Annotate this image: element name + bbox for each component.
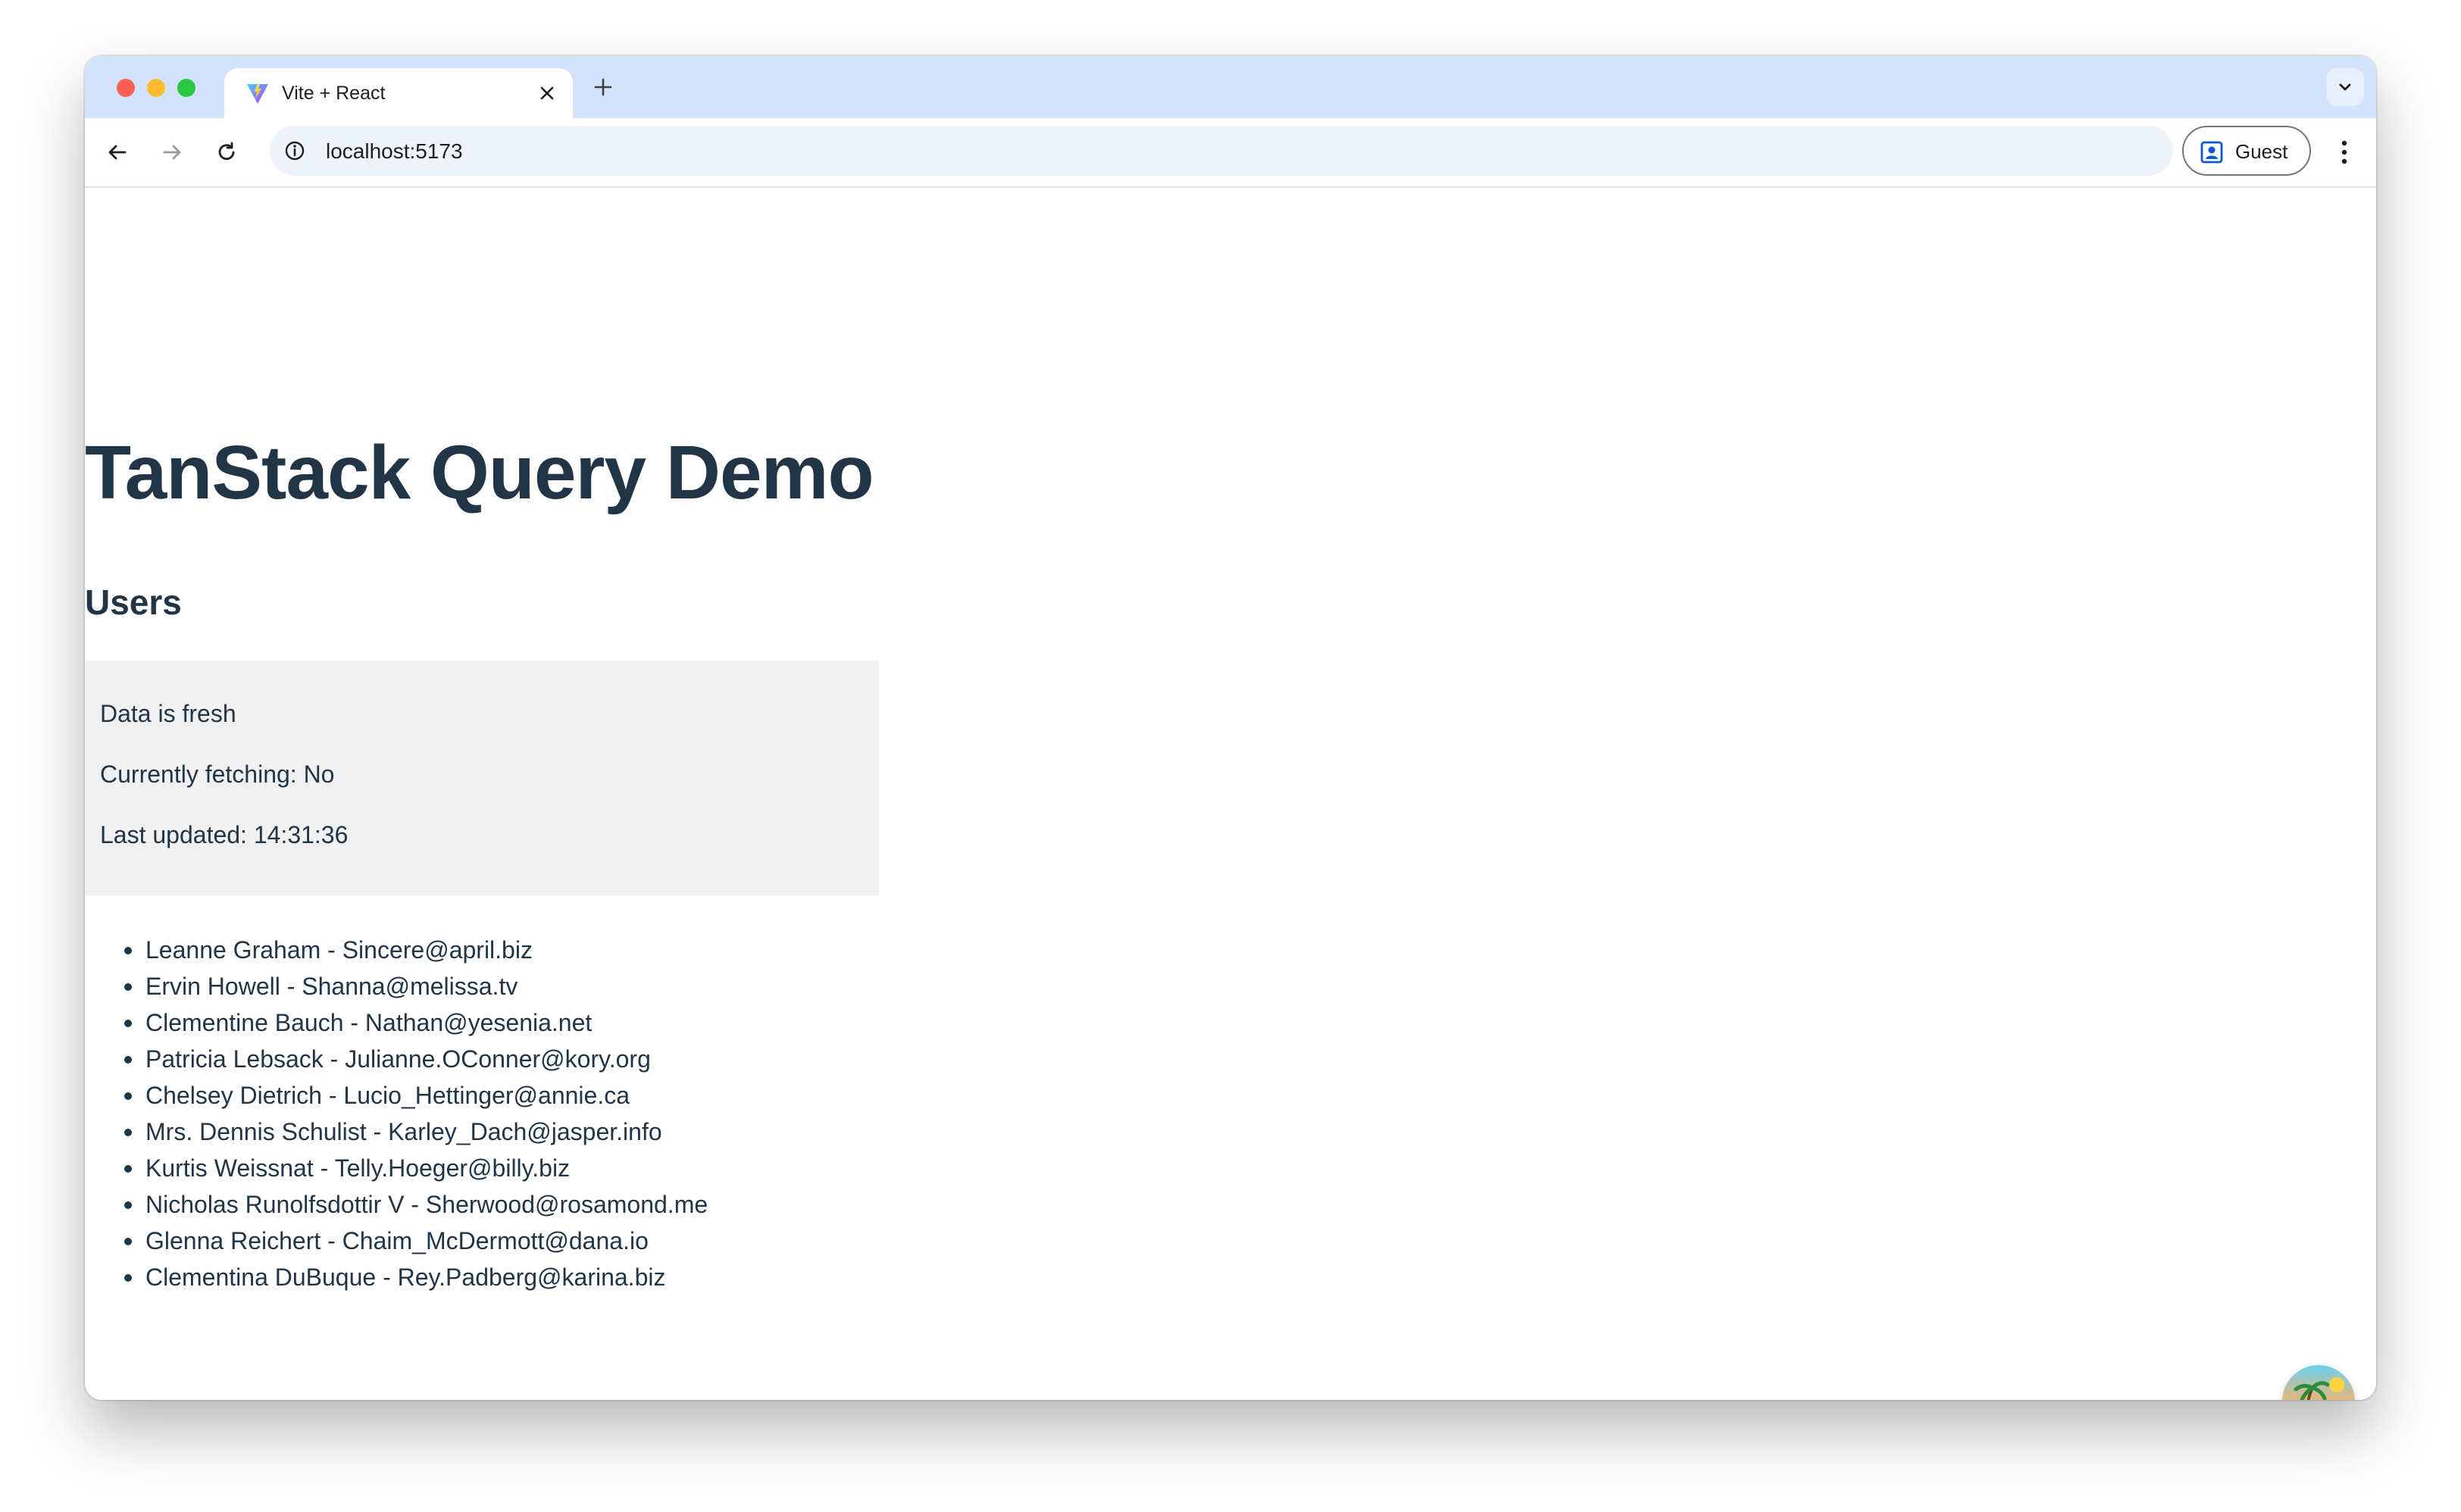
user-entry: Glenna Reichert - Chaim_McDermott@dana.i… (145, 1227, 649, 1254)
user-entry: Kurtis Weissnat - Telly.Hoeger@billy.biz (145, 1154, 571, 1182)
bullet-icon (124, 1165, 132, 1173)
bullet-icon (124, 1129, 132, 1136)
bullet-icon (124, 1092, 132, 1100)
browser-toolbar: localhost:5173 Guest (85, 118, 2376, 188)
browser-window: Vite + React localhost:5173 Guest TanSta… (85, 56, 2376, 1400)
plus-icon[interactable] (588, 72, 618, 102)
kebab-menu-icon[interactable] (2329, 133, 2359, 171)
user-entry: Clementine Bauch - Nathan@yesenia.net (145, 1009, 593, 1036)
info-icon[interactable] (282, 138, 308, 164)
profile-label: Guest (2235, 140, 2288, 163)
reload-icon[interactable] (209, 135, 244, 170)
bullet-icon (124, 1201, 132, 1209)
page-title: TanStack Query Demo (85, 430, 874, 515)
user-entry: Ervin Howell - Shanna@melissa.tv (145, 973, 518, 1000)
url-text: localhost:5173 (326, 139, 463, 163)
query-status-panel: Data is fresh Currently fetching: No Las… (85, 661, 879, 895)
maximize-window-button[interactable] (177, 79, 195, 97)
tab-active[interactable]: Vite + React (224, 68, 573, 118)
bullet-icon (124, 1238, 132, 1245)
section-title-users: Users (85, 583, 182, 622)
profile-button[interactable]: Guest (2182, 126, 2311, 176)
last-updated-status: Last updated: 14:31:36 (100, 821, 349, 848)
fetching-status: Currently fetching: No (100, 761, 335, 788)
close-icon[interactable] (532, 78, 562, 108)
back-arrow-icon[interactable] (100, 135, 135, 170)
address-bar[interactable]: localhost:5173 (270, 126, 2173, 176)
user-entry: Nicholas Runolfsdottir V - Sherwood@rosa… (145, 1191, 708, 1218)
forward-arrow-icon[interactable] (155, 135, 189, 170)
page-content: TanStack Query Demo Users Data is fresh … (85, 188, 2376, 1400)
close-window-button[interactable] (117, 79, 135, 97)
minimize-window-button[interactable] (147, 79, 165, 97)
tanstack-devtools-icon[interactable] (2282, 1365, 2355, 1400)
user-entry: Mrs. Dennis Schulist - Karley_Dach@jaspe… (145, 1118, 662, 1145)
bullet-icon (124, 1274, 132, 1282)
user-entry: Patricia Lebsack - Julianne.OConner@kory… (145, 1045, 651, 1073)
tab-title: Vite + React (282, 83, 386, 104)
tab-strip: Vite + React (85, 56, 2376, 118)
person-badge-icon (2199, 139, 2225, 165)
bullet-icon (124, 1020, 132, 1027)
freshness-status: Data is fresh (100, 700, 236, 727)
bullet-icon (124, 947, 132, 954)
user-entry: Clementina DuBuque - Rey.Padberg@karina.… (145, 1264, 666, 1291)
user-entry: Leanne Graham - Sincere@april.biz (145, 936, 533, 964)
bullet-icon (124, 983, 132, 991)
user-entry: Chelsey Dietrich - Lucio_Hettinger@annie… (145, 1082, 630, 1109)
chevron-down-icon[interactable] (2326, 68, 2364, 106)
vite-logo-icon (245, 81, 270, 105)
bullet-icon (124, 1056, 132, 1064)
